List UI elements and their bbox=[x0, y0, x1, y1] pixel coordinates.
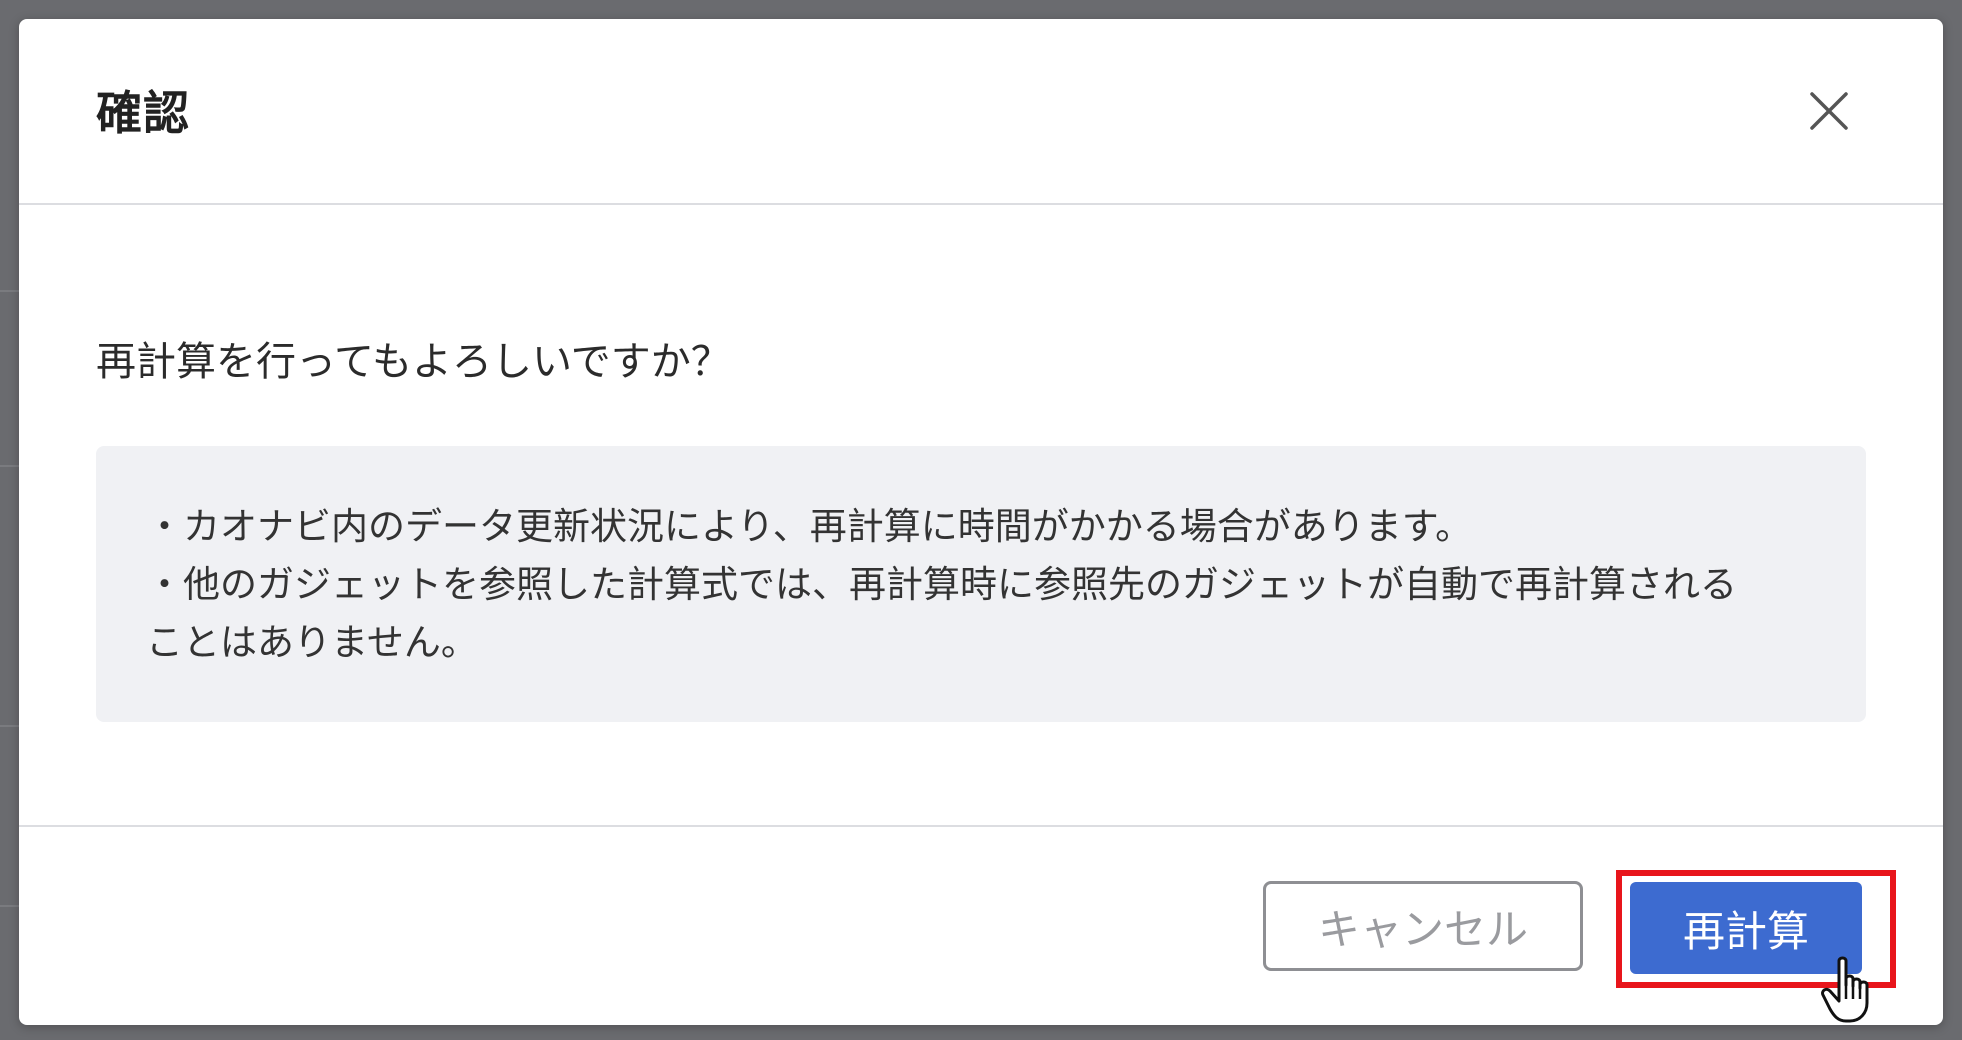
note-line: ・カオナビ内のデータ更新状況により、再計算に時間がかかる場合があります。 bbox=[146, 505, 1473, 548]
dialog-body: 再計算を行ってもよろしいですか？ ・カオナビ内のデータ更新状況により、再計算に時… bbox=[19, 205, 1943, 825]
cancel-button[interactable]: キャンセル bbox=[1263, 881, 1583, 971]
dialog-footer: キャンセル 再計算 bbox=[19, 825, 1943, 1025]
dialog-title: 確認 bbox=[96, 86, 190, 140]
background-divider bbox=[0, 290, 20, 292]
background-divider bbox=[0, 905, 20, 907]
dialog-header: 確認 bbox=[19, 19, 1943, 205]
confirm-question: 再計算を行ってもよろしいですか？ bbox=[96, 339, 731, 385]
background-divider bbox=[0, 465, 20, 467]
close-icon bbox=[1810, 92, 1848, 130]
note-line: ・他のガジェットを参照した計算式では、再計算時に参照先のガジェットが自動で再計算… bbox=[146, 563, 1737, 606]
background-divider bbox=[0, 725, 20, 727]
note-line: ことはありません。 bbox=[146, 621, 478, 664]
note-box: ・カオナビ内のデータ更新状況により、再計算に時間がかかる場合があります。 ・他の… bbox=[96, 446, 1866, 722]
confirm-dialog: 確認 再計算を行ってもよろしいですか？ ・カオナビ内のデータ更新状況により、再計… bbox=[19, 19, 1943, 1025]
note-text: ・カオナビ内のデータ更新状況により、再計算に時間がかかる場合があります。 ・他の… bbox=[146, 498, 1826, 672]
hand-pointer-icon bbox=[1821, 956, 1869, 1023]
close-button[interactable] bbox=[1799, 81, 1859, 141]
